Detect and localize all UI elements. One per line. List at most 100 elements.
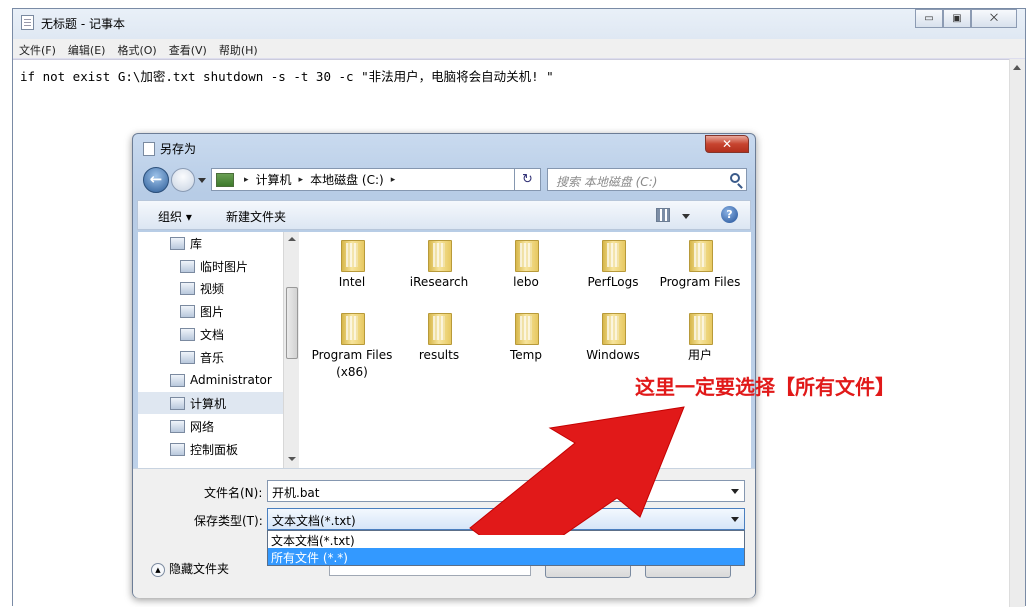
filename-dropdown-icon[interactable] [731, 489, 739, 494]
folder-name: 用户 [687, 348, 712, 362]
folder-item[interactable]: Windows [568, 313, 658, 364]
dialog-close-button[interactable]: ✕ [705, 135, 749, 153]
scroll-thumb[interactable] [286, 287, 298, 359]
computer-icon [216, 172, 234, 187]
folder-item[interactable]: Intel [307, 240, 397, 291]
arrow-shape [469, 406, 685, 535]
annotation-arrow-icon [469, 406, 685, 535]
menu-help[interactable]: 帮助(H) [213, 39, 264, 58]
music-icon [180, 350, 195, 364]
menu-edit[interactable]: 编辑(E) [62, 39, 112, 58]
folder-name: Program Files (x86) [311, 348, 393, 379]
folder-name: Intel [338, 275, 366, 289]
notepad-content: if not exist G:\加密.txt shutdown -s -t 30… [20, 69, 554, 84]
user-folder-icon [170, 373, 185, 387]
folder-icon [341, 240, 365, 272]
filetype-dropdown-icon[interactable] [731, 517, 739, 522]
folder-item[interactable]: results [394, 313, 484, 364]
breadcrumb-local-disk[interactable]: 本地磁盘 (C:) [310, 171, 384, 188]
folder-name: iResearch [409, 275, 469, 289]
close-button[interactable]: ⨉ [971, 9, 1017, 28]
tree-item-temp-pictures[interactable]: 临时图片 [138, 255, 284, 277]
folder-item[interactable]: 用户 [655, 313, 745, 364]
breadcrumb-computer[interactable]: 计算机 [256, 171, 292, 188]
forward-arrow-icon[interactable] [171, 168, 195, 192]
tree-item-pictures[interactable]: 图片 [138, 300, 284, 322]
menu-format[interactable]: 格式(O) [111, 39, 162, 58]
folder-item[interactable]: Program Files (x86) [307, 313, 397, 381]
scroll-up-icon[interactable] [288, 237, 296, 241]
folder-name: PerfLogs [587, 275, 639, 289]
folder-name: lebo [513, 275, 539, 289]
folder-icon [602, 313, 626, 345]
refresh-button[interactable]: ↻ [514, 168, 541, 191]
new-folder-button[interactable]: 新建文件夹 [226, 208, 286, 225]
folder-name: Windows [586, 348, 640, 362]
video-icon [180, 281, 195, 295]
notepad-vertical-scrollbar[interactable] [1009, 59, 1025, 607]
filetype-option-all-files[interactable]: 所有文件 (*.*) [268, 548, 744, 565]
tree-item-label: 音乐 [200, 350, 225, 365]
folder-item[interactable]: lebo [481, 240, 571, 291]
tree-item-network[interactable]: 网络 [138, 415, 284, 437]
folder-item[interactable]: Temp [481, 313, 571, 364]
menu-view[interactable]: 查看(V) [163, 39, 213, 58]
tree-scrollbar[interactable] [283, 232, 299, 468]
view-dropdown-icon[interactable] [682, 214, 690, 219]
folder-item[interactable]: iResearch [394, 240, 484, 291]
tree-item-library[interactable]: 库 [138, 232, 284, 254]
tree-item-label: 计算机 [190, 396, 227, 411]
scroll-up-icon[interactable] [1013, 65, 1021, 70]
filetype-value: 文本文档(*.txt) [272, 514, 356, 528]
folder-icon [341, 313, 365, 345]
view-options-icon[interactable] [656, 208, 670, 222]
hide-folders-label: 隐藏文件夹 [169, 562, 230, 576]
filetype-label: 保存类型(T): [194, 514, 263, 528]
menu-file[interactable]: 文件(F) [13, 39, 62, 58]
minimize-button[interactable]: ▭ [915, 9, 943, 28]
recent-pages-dropdown-icon[interactable] [198, 178, 206, 183]
notepad-menu-bar: 文件(F) 编辑(E) 格式(O) 查看(V) 帮助(H) [13, 39, 1025, 59]
folder-icon [689, 313, 713, 345]
folder-icon [428, 313, 452, 345]
back-arrow-icon[interactable]: ← [143, 167, 169, 193]
folder-item[interactable]: Program Files [655, 240, 745, 291]
dialog-toolbar: 组织 ▾ 新建文件夹 ? [137, 200, 751, 230]
folder-icon [689, 240, 713, 272]
library-icon [170, 236, 185, 250]
tree-item-music[interactable]: 音乐 [138, 346, 284, 368]
breadcrumb-separator-icon: ▸ [244, 174, 249, 185]
address-bar[interactable]: ▸ 计算机 ▸ 本地磁盘 (C:) ▸ [211, 168, 541, 191]
tree-item-label: Administrator [190, 373, 272, 387]
tree-item-documents[interactable]: 文档 [138, 323, 284, 345]
dialog-title-bar: 另存为 [143, 140, 196, 157]
tree-item-control-panel[interactable]: 控制面板 [138, 438, 284, 460]
breadcrumb-separator-icon: ▸ [390, 174, 396, 185]
filename-label: 文件名(N): [204, 486, 263, 500]
tree-item-videos[interactable]: 视频 [138, 277, 284, 299]
hide-folders-toggle[interactable]: ▲ 隐藏文件夹 [151, 560, 229, 577]
search-input[interactable]: 搜索 本地磁盘 (C:) [547, 168, 747, 191]
tree-item-label: 视频 [200, 281, 225, 296]
navigation-tree: 库 临时图片 视频 图片 文档 音乐 Administrator 计算机 网络 … [138, 232, 284, 468]
dialog-icon [143, 141, 155, 156]
pictures-folder-icon [180, 259, 195, 273]
tree-item-label: 网络 [190, 419, 215, 434]
tree-item-label: 控制面板 [190, 442, 239, 457]
organize-button[interactable]: 组织 ▾ [158, 208, 192, 225]
folder-item[interactable]: PerfLogs [568, 240, 658, 291]
tree-item-administrator[interactable]: Administrator [138, 369, 284, 391]
folder-icon [428, 240, 452, 272]
notepad-title-bar: 无标题 - 记事本 ▭ ▣ ⨉ [13, 9, 1025, 35]
tree-item-computer[interactable]: 计算机 [138, 392, 284, 414]
maximize-button[interactable]: ▣ [943, 9, 971, 28]
tree-item-label: 临时图片 [200, 259, 249, 274]
search-icon[interactable] [730, 173, 740, 183]
notepad-title: 无标题 - 记事本 [41, 17, 125, 31]
help-icon[interactable]: ? [721, 206, 738, 223]
folder-icon [515, 313, 539, 345]
window-controls: ▭ ▣ ⨉ [915, 9, 1017, 29]
breadcrumb-separator-icon: ▸ [298, 174, 304, 185]
scroll-down-icon[interactable] [288, 457, 296, 461]
search-placeholder: 搜索 本地磁盘 (C:) [556, 175, 658, 189]
